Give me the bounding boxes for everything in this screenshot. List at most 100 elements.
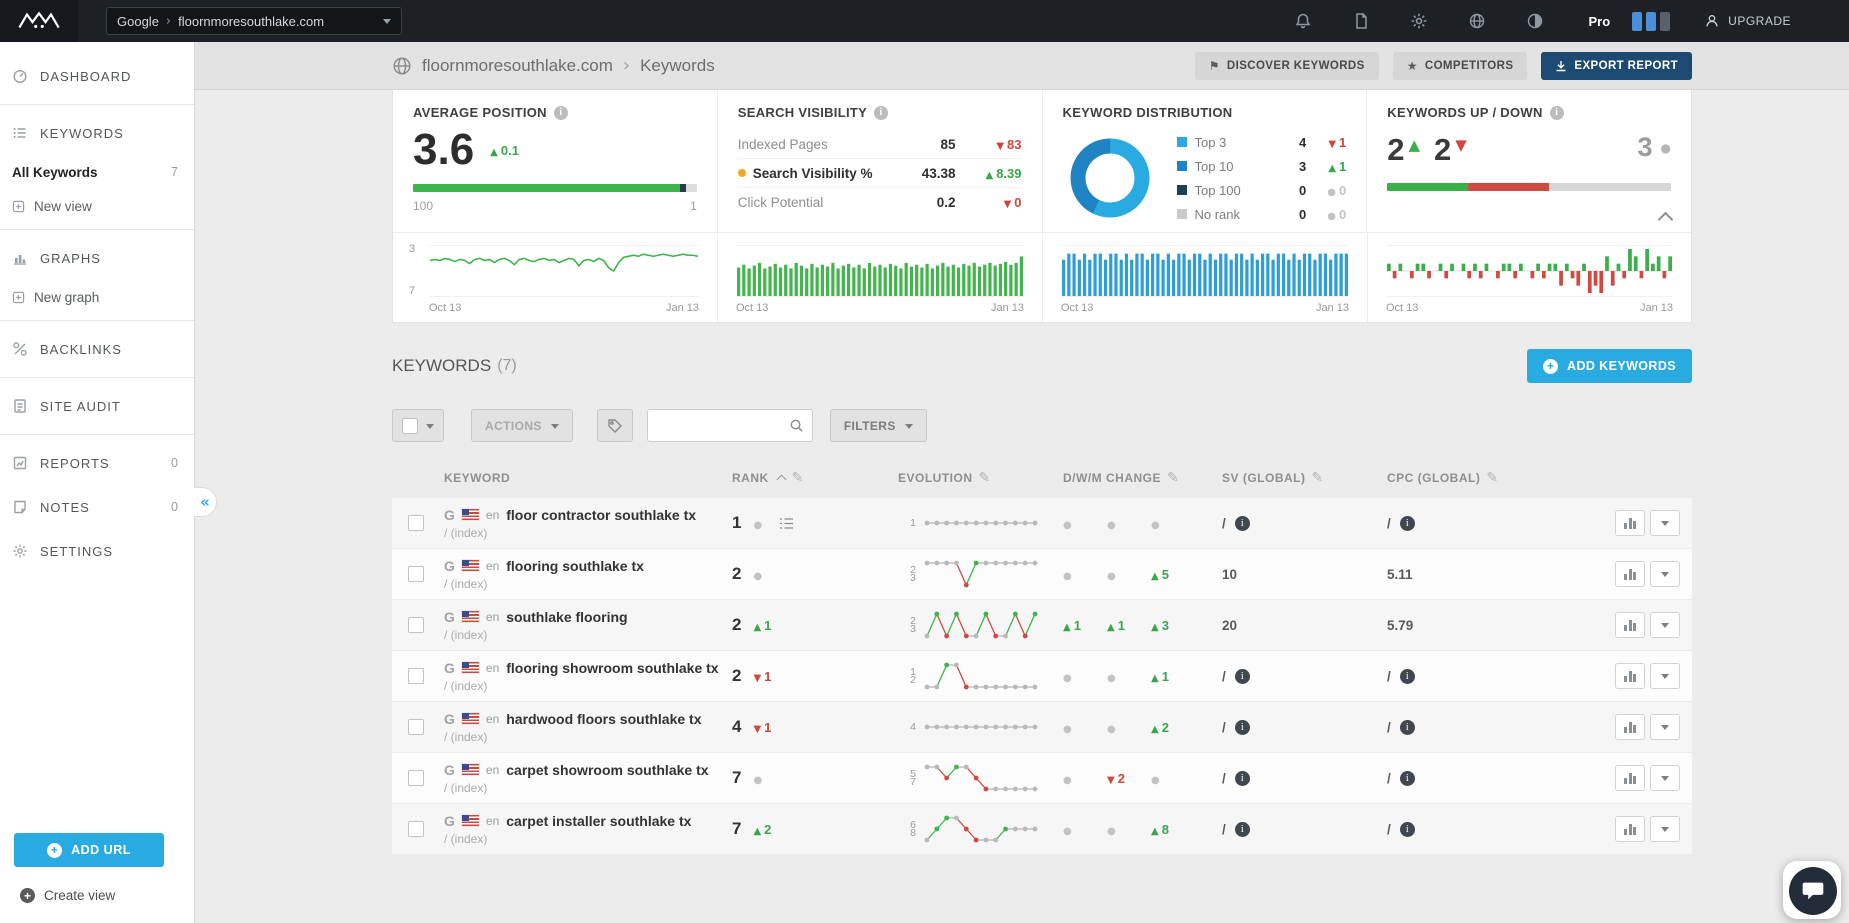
row-menu-button[interactable] <box>1650 663 1680 689</box>
table-row[interactable]: G en flooring southlake tx / (index) 2 2… <box>392 549 1692 600</box>
sidebar-item-settings[interactable]: SETTINGS <box>0 529 194 573</box>
keyword-text[interactable]: carpet showroom southlake tx <box>506 762 708 778</box>
keyword-text[interactable]: floor contractor southlake tx <box>506 507 696 523</box>
select-all-checkbox[interactable] <box>402 417 418 434</box>
reports-file-icon[interactable] <box>1352 12 1370 30</box>
info-icon[interactable] <box>1234 515 1250 531</box>
metric-row-indexed-pages[interactable]: Indexed Pages 85 83 <box>737 130 1022 159</box>
serp-preview-icon[interactable] <box>779 517 794 530</box>
sidebar-item-reports[interactable]: REPORTS 0 <box>0 441 194 485</box>
chat-widget[interactable] <box>1783 861 1841 919</box>
create-view-button[interactable]: + Create view <box>20 888 115 903</box>
row-checkbox[interactable] <box>408 821 424 837</box>
table-row[interactable]: G en carpet showroom southlake tx / (ind… <box>392 753 1692 804</box>
breadcrumb-site[interactable]: floornmoresouthlake.com <box>422 56 613 76</box>
row-checkbox[interactable] <box>408 617 424 633</box>
info-icon[interactable] <box>1399 515 1415 531</box>
export-report-button[interactable]: EXPORT REPORT <box>1541 51 1692 80</box>
usage-meter[interactable] <box>1632 11 1671 31</box>
column-header-rank[interactable]: RANK ✎ <box>732 470 898 486</box>
table-row[interactable]: G en flooring showroom southlake tx / (i… <box>392 651 1692 702</box>
filters-dropdown[interactable]: FILTERS <box>829 409 927 442</box>
row-graph-button[interactable] <box>1615 510 1645 536</box>
row-graph-button[interactable] <box>1615 612 1645 638</box>
sidebar-item-keywords[interactable]: KEYWORDS <box>0 111 194 155</box>
select-all-dropdown[interactable] <box>392 409 444 442</box>
column-header-keyword[interactable]: KEYWORD <box>444 471 732 485</box>
info-icon[interactable] <box>1549 105 1564 120</box>
sidebar-item-backlinks[interactable]: BACKLINKS <box>0 327 194 371</box>
globe-icon[interactable] <box>1468 12 1486 30</box>
info-icon[interactable] <box>1399 668 1415 684</box>
tags-button[interactable] <box>596 409 633 442</box>
keyword-text[interactable]: carpet installer southlake tx <box>506 813 691 829</box>
edit-column-icon[interactable]: ✎ <box>1486 470 1498 486</box>
info-icon[interactable] <box>1399 719 1415 735</box>
add-url-button[interactable]: + ADD URL <box>14 833 164 867</box>
row-checkbox[interactable] <box>408 668 424 684</box>
info-icon[interactable] <box>1399 770 1415 786</box>
info-icon[interactable] <box>874 105 889 120</box>
metric-row-click-potential[interactable]: Click Potential 0.2 0 <box>738 188 1022 217</box>
contrast-icon[interactable] <box>1526 12 1544 30</box>
keyword-text[interactable]: flooring southlake tx <box>506 558 644 574</box>
stats-collapse-button[interactable] <box>1656 210 1675 229</box>
table-row[interactable]: G en floor contractor southlake tx / (in… <box>392 498 1692 549</box>
row-graph-button[interactable] <box>1615 765 1645 791</box>
row-menu-button[interactable] <box>1650 561 1680 587</box>
discover-keywords-button[interactable]: ⚑ DISCOVER KEYWORDS <box>1194 51 1379 80</box>
row-checkbox[interactable] <box>408 770 424 786</box>
sidebar-item-new-view[interactable]: New view <box>0 189 194 223</box>
sidebar-item-all-keywords[interactable]: All Keywords 7 <box>0 155 194 189</box>
row-graph-button[interactable] <box>1615 663 1645 689</box>
table-row[interactable]: G en southlake flooring / (index) 2 1 2 … <box>392 600 1692 651</box>
sidebar-item-new-graph[interactable]: New graph <box>0 280 194 314</box>
row-checkbox[interactable] <box>408 566 424 582</box>
row-checkbox[interactable] <box>408 515 424 531</box>
settings-gear-icon[interactable] <box>1410 12 1428 30</box>
row-graph-button[interactable] <box>1615 714 1645 740</box>
keyword-text[interactable]: hardwood floors southlake tx <box>506 711 701 727</box>
row-menu-button[interactable] <box>1650 816 1680 842</box>
row-graph-button[interactable] <box>1615 561 1645 587</box>
column-header-dwm-change[interactable]: D/W/M CHANGE ✎ <box>1063 470 1222 486</box>
info-icon[interactable] <box>1399 821 1415 837</box>
competitors-button[interactable]: ★ COMPETITORS <box>1392 51 1528 80</box>
app-logo[interactable] <box>0 0 78 42</box>
chat-bubble-button[interactable] <box>1789 867 1837 915</box>
info-icon[interactable] <box>1234 719 1250 735</box>
row-menu-button[interactable] <box>1650 714 1680 740</box>
table-row[interactable]: G en carpet installer southlake tx / (in… <box>392 804 1692 855</box>
search-input[interactable] <box>655 418 789 433</box>
edit-column-icon[interactable]: ✎ <box>1167 470 1179 486</box>
info-icon[interactable] <box>1234 821 1250 837</box>
info-icon[interactable] <box>1234 668 1250 684</box>
table-row[interactable]: G en hardwood floors southlake tx / (ind… <box>392 702 1692 753</box>
add-keywords-button[interactable]: + ADD KEYWORDS <box>1527 349 1692 383</box>
keyword-text[interactable]: flooring showroom southlake tx <box>506 660 718 676</box>
column-header-evolution[interactable]: EVOLUTION ✎ <box>898 470 1063 486</box>
metric-row-search-visibility[interactable]: Search Visibility % 43.38 8.39 <box>737 159 1022 188</box>
actions-dropdown[interactable]: ACTIONS <box>471 409 573 442</box>
column-header-cpc-global[interactable]: CPC (GLOBAL) ✎ <box>1387 470 1596 486</box>
edit-column-icon[interactable]: ✎ <box>792 470 804 486</box>
row-menu-button[interactable] <box>1650 765 1680 791</box>
keyword-text[interactable]: southlake flooring <box>506 609 627 625</box>
info-icon[interactable] <box>1234 770 1250 786</box>
sidebar-item-site-audit[interactable]: SITE AUDIT <box>0 384 194 428</box>
edit-column-icon[interactable]: ✎ <box>1312 470 1324 486</box>
sidebar-item-graphs[interactable]: GRAPHS <box>0 236 194 280</box>
column-header-sv-global[interactable]: SV (GLOBAL) ✎ <box>1222 470 1387 486</box>
sidebar-item-notes[interactable]: NOTES 0 <box>0 485 194 529</box>
notifications-bell-icon[interactable] <box>1294 12 1312 30</box>
search-icon[interactable] <box>789 418 804 433</box>
site-selector-dropdown[interactable]: Google › floornmoresouthlake.com <box>106 7 402 35</box>
edit-column-icon[interactable]: ✎ <box>979 470 991 486</box>
sidebar-item-dashboard[interactable]: DASHBOARD <box>0 54 194 98</box>
row-checkbox[interactable] <box>408 719 424 735</box>
row-menu-button[interactable] <box>1650 612 1680 638</box>
row-graph-button[interactable] <box>1615 816 1645 842</box>
row-menu-button[interactable] <box>1650 510 1680 536</box>
info-icon[interactable] <box>553 105 568 120</box>
upgrade-button[interactable]: UPGRADE <box>1704 13 1791 29</box>
